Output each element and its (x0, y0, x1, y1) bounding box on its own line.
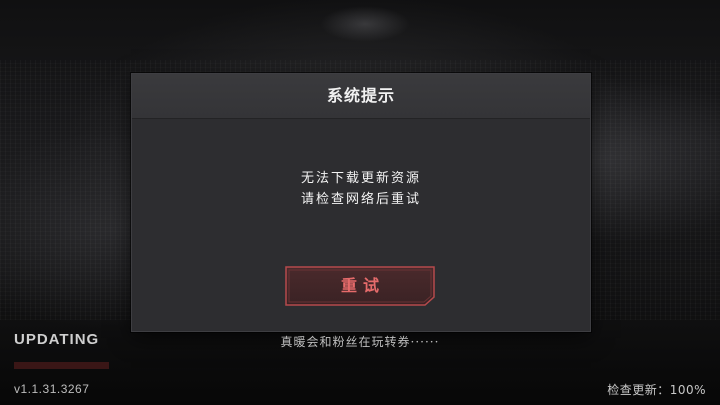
game-screen: 系统提示 无法下载更新资源 请检查网络后重试 重试 UPDATING 真暖会和粉… (0, 0, 720, 405)
message-line-1: 无法下载更新资源 (300, 171, 421, 186)
system-dialog: 系统提示 无法下载更新资源 请检查网络后重试 重试 (131, 73, 591, 332)
update-progress-bar (14, 362, 109, 369)
message-line-2: 请检查网络后重试 (300, 192, 421, 207)
retry-button-label: 重试 (340, 276, 385, 295)
update-check-status: 检查更新：100% (607, 383, 706, 397)
dialog-header: 系统提示 (132, 74, 590, 119)
dialog-message: 无法下载更新资源 请检查网络后重试 (132, 168, 590, 210)
game-logo (320, 6, 410, 42)
dialog-title: 系统提示 (326, 86, 395, 105)
version-label: v1.1.31.3267 (14, 382, 90, 396)
loading-tip: 真暖会和粉丝在玩转券······ (280, 335, 440, 349)
retry-button[interactable]: 重试 (285, 266, 435, 306)
